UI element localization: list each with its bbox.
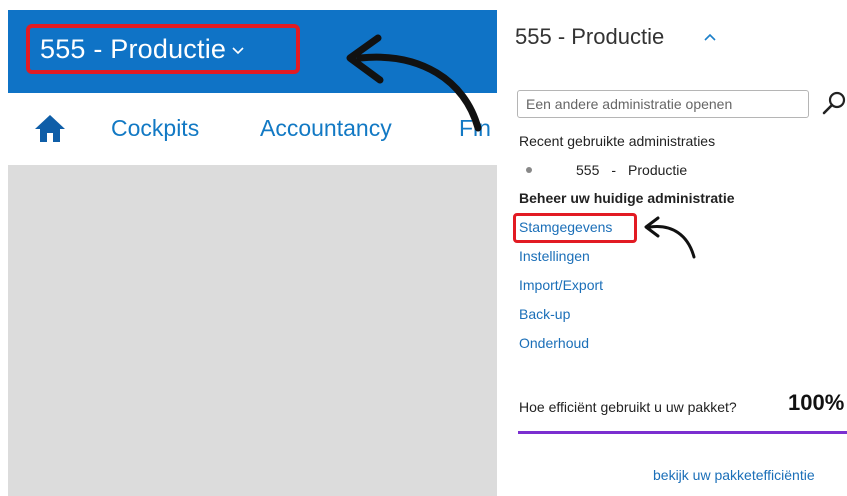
recent-item-name: Productie [628,162,688,178]
efficiency-progress-fill [518,431,847,434]
bullet-icon [526,167,532,173]
efficiency-value: 100% [788,390,845,415]
search-icon[interactable] [822,90,847,116]
link-back-up[interactable]: Back-up [519,306,570,322]
recent-administration-item[interactable]: 555 - Productie [526,162,687,178]
link-instellingen[interactable]: Instellingen [519,248,590,264]
efficiency-question: Hoe efficiënt gebruikt u uw pakket? [519,399,737,415]
top-bar: 555 - Productie [8,10,497,93]
main-nav: Cockpits Accountancy Fin [8,93,497,165]
recent-heading: Recent gebruikte administraties [519,133,716,149]
manage-heading: Beheer uw huidige administratie [519,190,735,206]
dropdown-title[interactable]: 555 - Productie [515,24,664,50]
administration-selector[interactable]: 555 - Productie [26,24,300,74]
content-area [8,165,497,496]
home-icon[interactable] [34,113,66,143]
administration-selector-label: 555 - Productie [40,33,227,64]
nav-item-fin[interactable]: Fin [459,115,491,142]
recent-item-code: 555 [576,162,600,178]
chevron-down-icon [232,42,244,60]
efficiency-progress-bar [518,431,847,434]
nav-item-cockpits[interactable]: Cockpits [111,115,199,142]
open-administration-input[interactable] [517,90,809,118]
recent-item-separator: - [611,162,617,178]
administration-dropdown: 555 - Productie Recent gebruikte adminis… [510,0,847,496]
chevron-up-icon[interactable] [704,28,716,44]
package-efficiency-link[interactable]: bekijk uw pakketefficiëntie [653,467,815,483]
link-stamgegevens[interactable]: Stamgegevens [519,219,612,235]
link-onderhoud[interactable]: Onderhoud [519,335,589,351]
left-panel: 555 - Productie Cockpits Accountancy Fin [0,0,497,496]
link-import-export[interactable]: Import/Export [519,277,603,293]
nav-item-accountancy[interactable]: Accountancy [260,115,392,142]
